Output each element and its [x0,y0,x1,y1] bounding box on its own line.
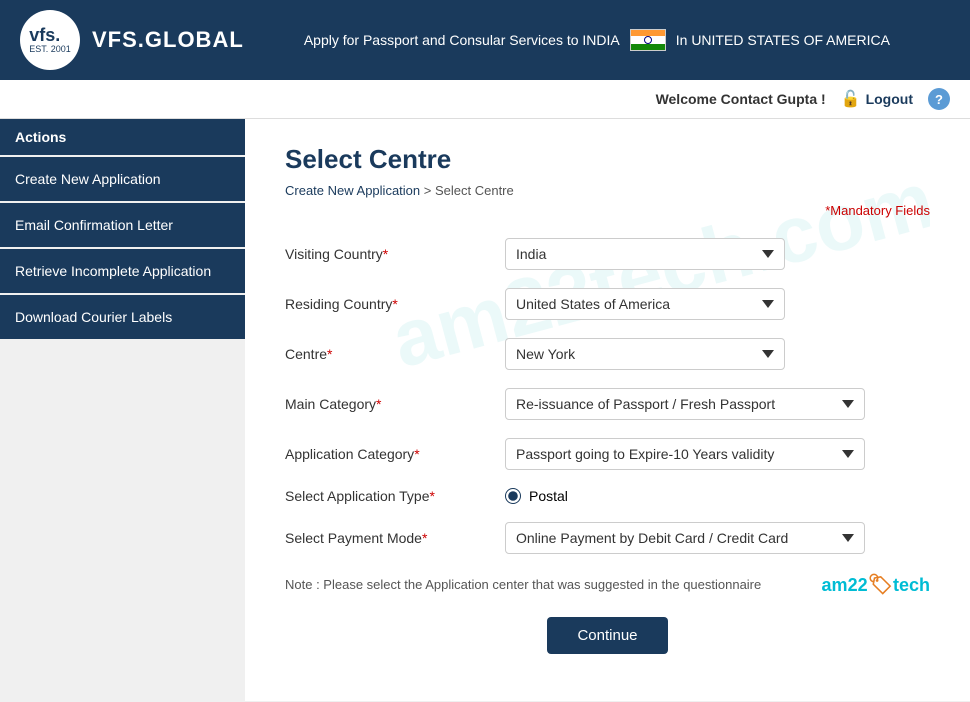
header: vfs. EST. 2001 VFS.GLOBAL Apply for Pass… [0,0,970,80]
breadcrumb-sep: > [424,183,432,198]
form-area: Select Centre Create New Application > S… [285,144,930,654]
logout-icon: 🔓 [841,89,861,109]
form-section: Visiting Country* India Residing Country… [285,238,930,554]
residing-country-label: Residing Country* [285,296,505,312]
am22-text2: tech [893,575,930,595]
required-star3: * [327,346,332,362]
note-row: Note : Please select the Application cen… [285,572,930,597]
sidebar-header: Actions [0,119,245,155]
required-star6: * [430,488,435,504]
payment-mode-select[interactable]: Online Payment by Debit Card / Credit Ca… [505,522,865,554]
app-category-select[interactable]: Passport going to Expire-10 Years validi… [505,438,865,470]
main-category-label: Main Category* [285,396,505,412]
app-type-row: Select Application Type* Postal [285,488,930,504]
welcome-text: Welcome Contact Gupta ! [656,91,826,107]
header-center: Apply for Passport and Consular Services… [244,29,950,51]
main-content: am22tech.com Select Centre Create New Ap… [245,119,970,701]
india-flag [630,29,666,51]
required-star4: * [376,396,381,412]
logo-vfs-sub: EST. 2001 [29,44,71,54]
visiting-country-row: Visiting Country* India [285,238,930,270]
main-category-row: Main Category* Re-issuance of Passport /… [285,388,930,420]
am22-icon: 🏷 [868,574,893,596]
logo-vfs-text: vfs. [29,26,71,44]
payment-mode-row: Select Payment Mode* Online Payment by D… [285,522,930,554]
flag-chakra [644,36,652,44]
brand: vfs. EST. 2001 VFS.GLOBAL [20,10,244,70]
logout-label: Logout [866,91,913,107]
residing-country-select[interactable]: United States of America [505,288,785,320]
brand-name: VFS.GLOBAL [92,27,244,53]
header-tagline: Apply for Passport and Consular Services… [304,32,620,48]
flag-white [631,36,665,44]
top-bar: Welcome Contact Gupta ! 🔓 Logout ? [0,80,970,119]
flag-green [631,44,665,50]
mandatory-note: *Mandatory Fields [285,203,930,218]
breadcrumb: Create New Application > Select Centre [285,183,930,198]
payment-mode-label: Select Payment Mode* [285,530,505,546]
breadcrumb-current: Select Centre [435,183,514,198]
breadcrumb-home[interactable]: Create New Application [285,183,420,198]
app-category-label: Application Category* [285,446,505,462]
sidebar-item-download[interactable]: Download Courier Labels [0,295,245,339]
visiting-country-label: Visiting Country* [285,246,505,262]
app-category-row: Application Category* Passport going to … [285,438,930,470]
help-icon[interactable]: ? [928,88,950,110]
page-title: Select Centre [285,144,930,175]
header-country: In UNITED STATES OF AMERICA [676,32,890,48]
centre-row: Centre* New York [285,338,930,370]
am22-text1: am22 [822,575,868,595]
logo-circle: vfs. EST. 2001 [20,10,80,70]
centre-select[interactable]: New York [505,338,785,370]
sidebar-item-create[interactable]: Create New Application [0,157,245,201]
app-type-label: Select Application Type* [285,488,505,504]
sidebar: Actions Create New Application Email Con… [0,119,245,701]
content-wrapper: am22tech.com Select Centre Create New Ap… [285,144,930,654]
layout: Actions Create New Application Email Con… [0,119,970,701]
postal-label[interactable]: Postal [529,488,568,504]
sidebar-item-retrieve[interactable]: Retrieve Incomplete Application [0,249,245,293]
postal-radio[interactable] [505,488,521,504]
app-type-radio-group: Postal [505,488,568,504]
continue-button[interactable]: Continue [547,617,667,654]
brand-text: VFS.GLOBAL [92,27,244,53]
residing-country-row: Residing Country* United States of Ameri… [285,288,930,320]
required-star: * [383,246,388,262]
logout-button[interactable]: 🔓 Logout [841,89,913,109]
required-star7: * [422,530,427,546]
centre-label: Centre* [285,346,505,362]
main-category-select[interactable]: Re-issuance of Passport / Fresh Passport [505,388,865,420]
am22-logo: am22🏷tech [822,572,930,597]
required-star2: * [392,296,397,312]
visiting-country-select[interactable]: India [505,238,785,270]
required-star5: * [414,446,419,462]
note-text: Note : Please select the Application cen… [285,577,761,592]
sidebar-item-email[interactable]: Email Confirmation Letter [0,203,245,247]
